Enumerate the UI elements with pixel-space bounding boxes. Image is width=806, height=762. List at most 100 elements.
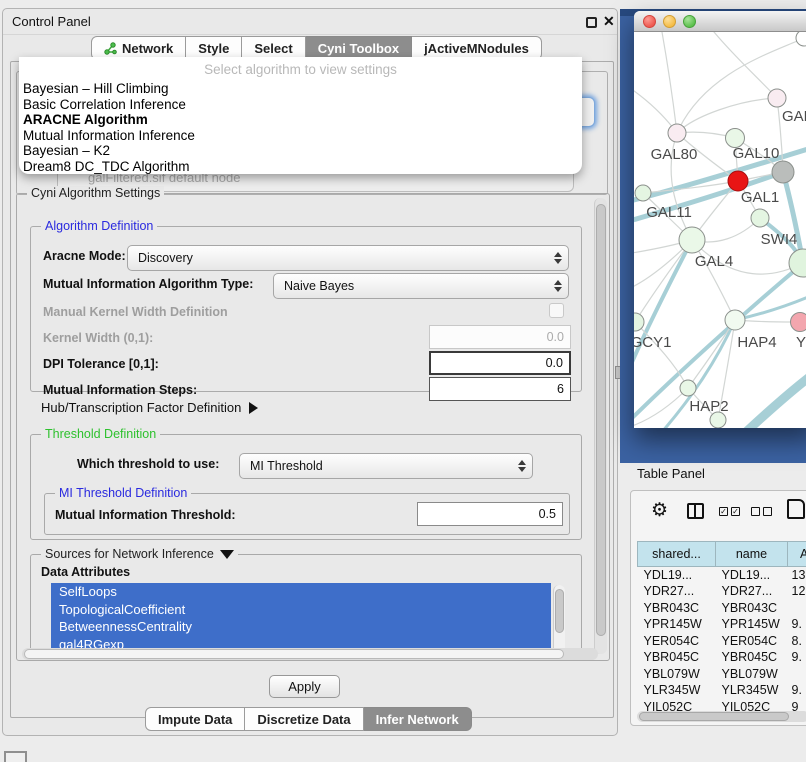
- table-row[interactable]: YBL079WYBL079W: [638, 666, 806, 683]
- stepper-arrows-icon: [554, 246, 562, 270]
- network-node[interactable]: [772, 161, 794, 183]
- manual-kernel-width-checkbox[interactable]: [549, 303, 564, 318]
- table-row[interactable]: YLR345WYLR345W9.: [638, 682, 806, 699]
- network-node-swi4[interactable]: [751, 209, 769, 227]
- network-node-gal[interactable]: [768, 89, 786, 107]
- network-node-gal1[interactable]: [728, 171, 748, 191]
- algorithm-option[interactable]: Bayesian – Hill Climbing: [23, 81, 578, 97]
- kernel-width-input[interactable]: 0.0: [429, 325, 571, 349]
- network-node-label: GAL: [782, 108, 806, 125]
- vertical-scrollbar-thumb[interactable]: [596, 204, 606, 636]
- tab-label: Cyni Toolbox: [318, 41, 399, 56]
- table-cell: YBR045C: [638, 649, 716, 666]
- table-cell: YDL19...: [638, 567, 716, 584]
- table-column-header[interactable]: A: [788, 542, 806, 567]
- algorithm-dropdown-popup: Select algorithm to view settings Bayesi…: [19, 57, 582, 174]
- algorithm-option[interactable]: Basic Correlation Inference: [23, 97, 578, 113]
- minimize-traffic-light[interactable]: [663, 15, 676, 28]
- network-node-hap4[interactable]: [725, 310, 745, 330]
- sources-title: Sources for Network Inference: [45, 547, 214, 561]
- columns-icon[interactable]: [687, 503, 704, 519]
- combobox-value: Naive Bayes: [284, 279, 354, 293]
- close-icon[interactable]: ✕: [603, 13, 615, 30]
- network-node[interactable]: [796, 32, 806, 46]
- table-mode-icon[interactable]: [787, 499, 805, 519]
- sources-collapser[interactable]: Sources for Network Inference: [41, 547, 238, 561]
- vertical-scrollbar-thumb[interactable]: [555, 589, 564, 633]
- data-attribute-item[interactable]: BetweennessCentrality: [51, 618, 551, 636]
- table-row[interactable]: YBR043CYBR043C: [638, 600, 806, 617]
- mi-algorithm-type-combobox[interactable]: Naive Bayes: [273, 273, 569, 299]
- table-cell: YDR27...: [716, 583, 788, 600]
- algorithm-option[interactable]: Bayesian – K2: [23, 143, 578, 159]
- settings-horizontal-scrollbar[interactable]: [22, 648, 598, 660]
- table-cell: 12: [788, 583, 806, 600]
- horizontal-scrollbar-thumb[interactable]: [24, 649, 564, 659]
- group-title: Cyni Algorithm Settings: [27, 186, 164, 200]
- data-attributes-list: SelfLoopsTopologicalCoefficientBetweenne…: [51, 583, 551, 655]
- close-traffic-light[interactable]: [643, 15, 656, 28]
- network-window-titlebar[interactable]: [634, 11, 806, 32]
- network-node-label: GAL1: [741, 189, 779, 206]
- algorithm-option[interactable]: Mutual Information Inference: [23, 128, 578, 144]
- network-node[interactable]: [710, 412, 726, 428]
- algorithm-option[interactable]: Dream8 DC_TDC Algorithm: [23, 159, 578, 175]
- apply-button[interactable]: Apply: [269, 675, 340, 698]
- network-node-label: Y: [796, 334, 806, 351]
- mi-threshold-input[interactable]: 0.5: [417, 502, 563, 526]
- float-window-icon[interactable]: [586, 17, 597, 28]
- settings-vertical-scrollbar[interactable]: [594, 198, 607, 654]
- data-attribute-item[interactable]: SelfLoops: [51, 583, 551, 601]
- table-cell: YLR345W: [638, 682, 716, 699]
- hub-definition-expander[interactable]: Hub/Transcription Factor Definition: [41, 400, 258, 415]
- table-row[interactable]: YDR27...YDR27...12: [638, 583, 806, 600]
- table-cell: 8.: [788, 633, 806, 650]
- deselect-all-columns-icon[interactable]: [751, 507, 772, 516]
- aracne-mode-combobox[interactable]: Discovery: [127, 245, 569, 271]
- network-canvas[interactable]: GALGAL80GAL10GAL1GAL11SWI4GAL4GCY1HAP4YH…: [634, 32, 806, 428]
- network-node-gal4[interactable]: [679, 227, 705, 253]
- horizontal-scrollbar-thumb[interactable]: [639, 712, 789, 721]
- table-cell: YBR043C: [716, 600, 788, 617]
- network-node-y[interactable]: [791, 313, 806, 332]
- network-node-gal80[interactable]: [668, 124, 686, 142]
- which-threshold-label: Which threshold to use:: [77, 457, 219, 471]
- sources-group: Sources for Network Inference Data Attri…: [30, 554, 582, 658]
- mi-steps-input[interactable]: 6: [429, 377, 571, 401]
- data-attribute-item[interactable]: TopologicalCoefficient: [51, 601, 551, 619]
- network-node-label: GCY1: [634, 334, 671, 351]
- table-row[interactable]: YBR045CYBR045C9.: [638, 649, 806, 666]
- tab-infer-network[interactable]: Infer Network: [364, 707, 472, 731]
- stepper-arrows-icon: [518, 454, 526, 478]
- checked-box-icon: ✓: [731, 507, 740, 516]
- tab-impute-data[interactable]: Impute Data: [145, 707, 245, 731]
- select-all-columns-icon[interactable]: ✓ ✓: [719, 507, 740, 516]
- table-column-header[interactable]: name: [716, 542, 788, 567]
- attributes-vertical-scrollbar[interactable]: [553, 585, 565, 655]
- stepper-arrows-icon: [554, 274, 562, 298]
- gear-icon[interactable]: ⚙: [651, 501, 668, 520]
- table-row[interactable]: YDL19...YDL19...13: [638, 567, 806, 584]
- network-edge: [746, 366, 806, 428]
- dpi-tolerance-input[interactable]: 0.0: [429, 351, 571, 375]
- table-row[interactable]: YPR145WYPR145W9.: [638, 616, 806, 633]
- table-cell: YBL079W: [638, 666, 716, 683]
- table-horizontal-scrollbar[interactable]: [637, 711, 806, 722]
- table-row[interactable]: YER054CYER054C8.: [638, 633, 806, 650]
- data-attributes-label: Data Attributes: [41, 565, 130, 579]
- field-value: 0.5: [539, 507, 556, 521]
- table-column-header[interactable]: shared...: [638, 542, 716, 567]
- network-node-gcy1[interactable]: [634, 313, 644, 331]
- collapsed-panel-icon[interactable]: [4, 751, 27, 762]
- table-cell: YPR145W: [716, 616, 788, 633]
- network-node-gal11[interactable]: [635, 185, 651, 201]
- which-threshold-combobox[interactable]: MI Threshold: [239, 453, 533, 479]
- table-cell: 9.: [788, 649, 806, 666]
- zoom-traffic-light[interactable]: [683, 15, 696, 28]
- table-header-row: shared...nameA: [638, 542, 806, 567]
- algorithm-option[interactable]: ARACNE Algorithm: [23, 112, 578, 128]
- network-node-hap2[interactable]: [680, 380, 696, 396]
- tab-discretize-data[interactable]: Discretize Data: [245, 707, 363, 731]
- tab-label: Impute Data: [158, 712, 232, 727]
- unchecked-box-icon: [763, 507, 772, 516]
